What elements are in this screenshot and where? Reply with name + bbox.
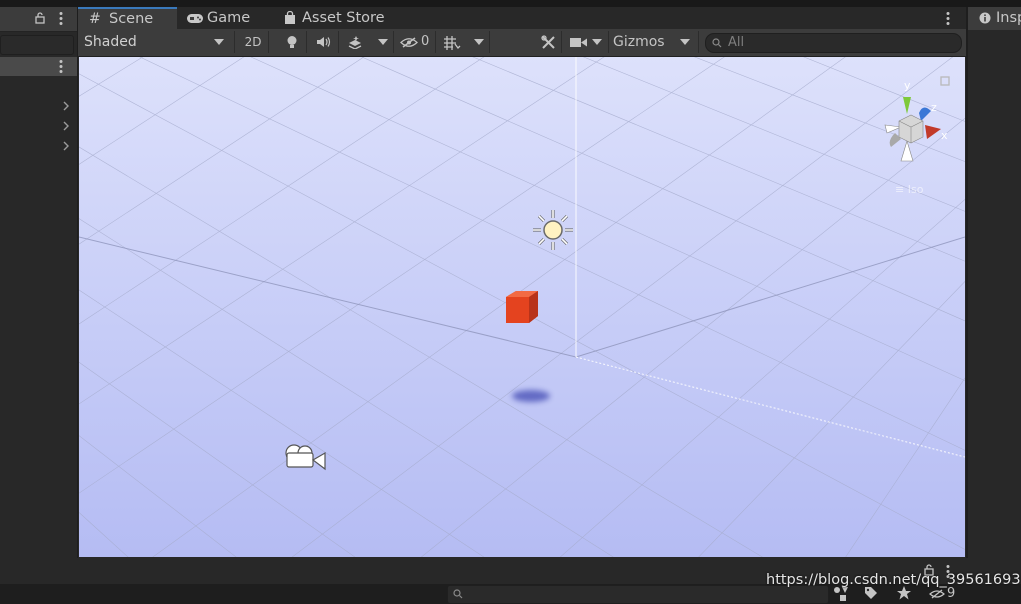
eye-slash-icon[interactable]	[929, 589, 945, 599]
tag-icon[interactable]	[864, 586, 878, 600]
eye-slash-icon	[400, 37, 418, 48]
toggle-2d-label: 2D	[244, 35, 262, 49]
cube-shadow	[512, 390, 550, 402]
inspector-tab-label: Insp	[996, 10, 1021, 26]
hierarchy-scene-row[interactable]	[0, 57, 77, 76]
chevron-right-icon[interactable]	[62, 120, 70, 132]
chevron-right-icon[interactable]	[62, 100, 70, 112]
gizmos-label: Gizmos	[613, 34, 665, 50]
axis-y-label: y	[904, 79, 911, 92]
grid-snap-dropdown[interactable]	[437, 31, 490, 53]
axis-z-label: z	[931, 101, 937, 114]
hidden-layers-count: 9	[947, 586, 956, 601]
hidden-count: 0	[421, 34, 430, 49]
lightbulb-icon	[287, 36, 297, 48]
audio-toggle-button[interactable]	[310, 31, 339, 53]
hierarchy-panel	[0, 7, 77, 558]
directional-light-icon[interactable]	[531, 208, 575, 252]
axis-x-label: x	[941, 129, 948, 142]
tab-inspector[interactable]: Insp	[968, 7, 1021, 30]
info-icon	[979, 12, 991, 24]
lock-icon	[940, 76, 950, 86]
scene-search-input[interactable]: All	[705, 33, 962, 53]
kebab-menu-icon[interactable]	[58, 59, 64, 74]
search-icon	[453, 589, 463, 599]
lock-icon[interactable]	[34, 12, 46, 24]
hierarchy-search-input[interactable]	[0, 35, 74, 55]
chevron-right-icon[interactable]	[62, 140, 70, 152]
toggle-2d-button[interactable]: 2D	[238, 31, 269, 53]
kebab-menu-icon[interactable]	[58, 11, 64, 26]
chevron-down-icon	[474, 39, 484, 45]
top-strip	[0, 0, 1021, 7]
shading-mode-value: Shaded	[84, 34, 137, 50]
wrench-cross-icon	[540, 35, 555, 49]
watermark-text: https://blog.csdn.net/qq_39561693	[766, 572, 1021, 588]
search-icon	[712, 38, 722, 48]
inspector-panel: Insp	[968, 7, 1021, 602]
chevron-down-icon	[680, 39, 690, 45]
hierarchy-header	[0, 7, 77, 32]
hidden-objects-toggle[interactable]: 0	[395, 31, 436, 53]
layers-effects-icon	[348, 36, 362, 49]
shading-mode-dropdown[interactable]: Shaded	[78, 31, 235, 53]
scene-panel: # Scene Game Asset Store Shaded 2D 0 Giz…	[78, 7, 966, 558]
video-camera-icon	[570, 38, 587, 47]
scene-viewport[interactable]: y z x ≡ Iso	[79, 57, 965, 557]
tab-game[interactable]: Game	[185, 7, 265, 29]
filter-type-icon[interactable]	[832, 586, 850, 601]
scene-tab-bar: # Scene Game Asset Store	[78, 7, 966, 29]
camera-gizmo-icon[interactable]	[283, 440, 329, 474]
kebab-menu-icon[interactable]	[945, 11, 951, 26]
effects-dropdown[interactable]	[341, 31, 394, 53]
grid-icon	[444, 36, 461, 50]
tab-asset-store[interactable]: Asset Store	[282, 7, 402, 29]
orientation-gizmo[interactable]: y z x ≡ Iso	[865, 67, 961, 207]
chevron-down-icon	[378, 39, 388, 45]
tools-button[interactable]	[535, 31, 562, 53]
star-icon[interactable]	[897, 586, 911, 600]
lighting-toggle-button[interactable]	[278, 31, 307, 53]
tab-scene[interactable]: # Scene	[78, 7, 177, 29]
chevron-down-icon	[592, 39, 602, 45]
hash-grid-icon: #	[89, 11, 101, 27]
tab-asset-store-label: Asset Store	[302, 10, 385, 26]
gamepad-icon	[187, 14, 203, 23]
projection-label: ≡ Iso	[895, 183, 924, 196]
scene-search-placeholder: All	[728, 35, 745, 50]
gizmos-dropdown[interactable]: Gizmos	[610, 31, 699, 53]
tab-scene-label: Scene	[109, 11, 154, 27]
camera-settings-dropdown[interactable]	[564, 31, 609, 53]
chevron-down-icon	[214, 39, 224, 45]
speaker-icon	[317, 37, 331, 47]
scene-toolbar: Shaded 2D 0 Gizmos All	[78, 29, 966, 57]
shopping-bag-icon	[285, 11, 295, 24]
red-cube[interactable]	[504, 290, 540, 326]
tab-game-label: Game	[207, 10, 251, 26]
